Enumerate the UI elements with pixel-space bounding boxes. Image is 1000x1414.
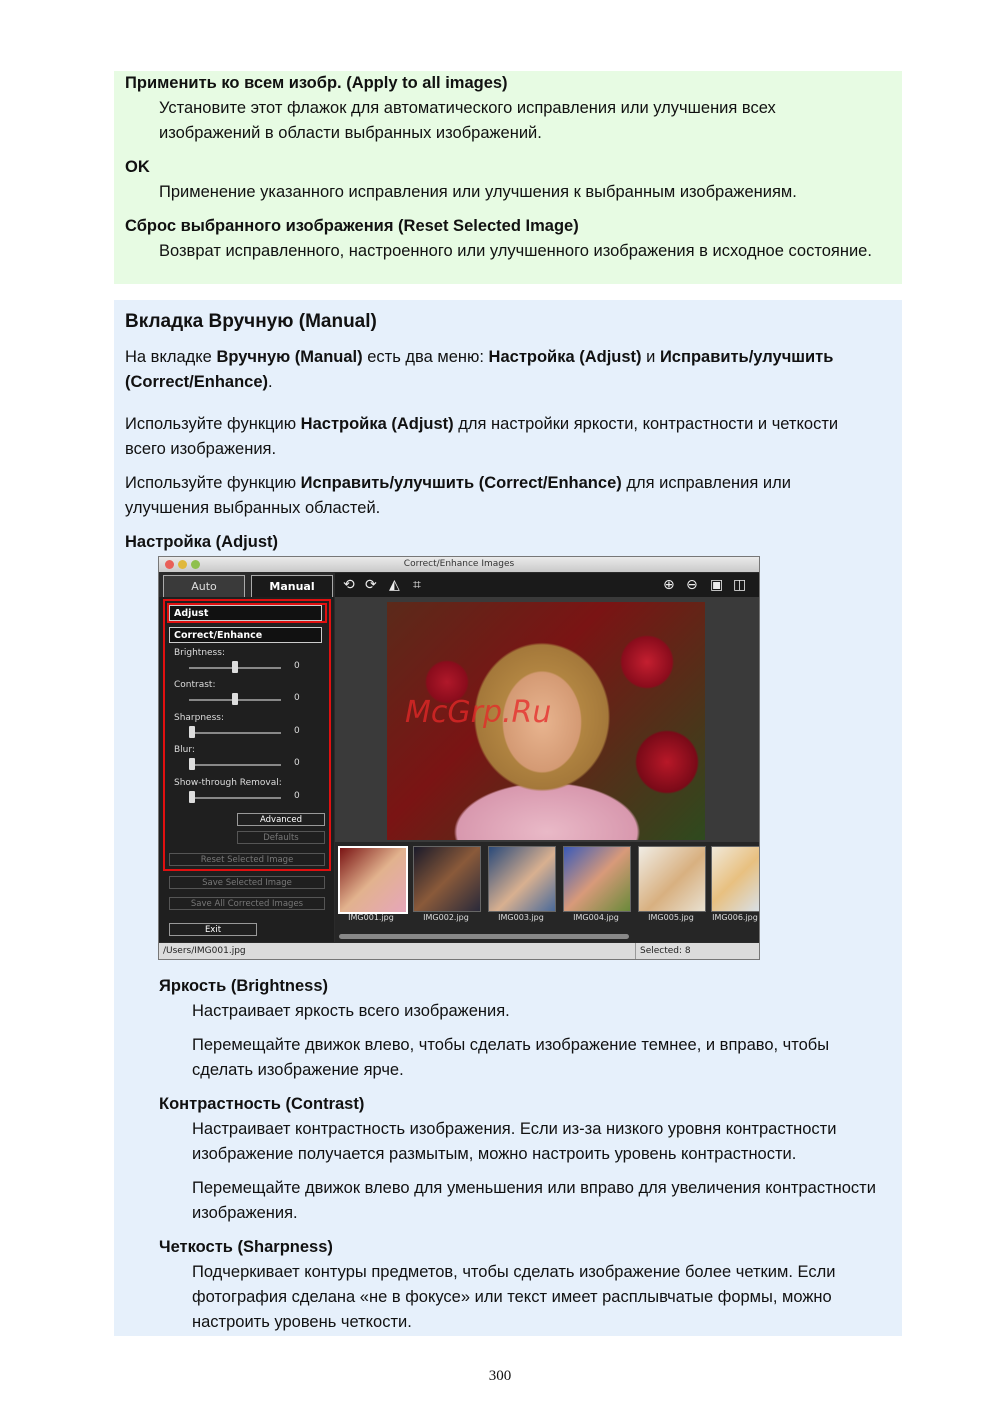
thumbnail-img002[interactable] xyxy=(413,846,481,912)
brightness-title: Яркость (Brightness) xyxy=(159,977,328,995)
contrast-desc-1: Настраивает контрастность изображения. Е… xyxy=(192,1120,837,1138)
brightness-desc-3: сделать изображение ярче. xyxy=(192,1061,404,1079)
crop-icon[interactable]: ⌗ xyxy=(413,576,421,594)
adjust-usage-line2: всего изображения. xyxy=(125,440,277,458)
thumbnail-img006[interactable] xyxy=(711,846,759,912)
window-titlebar: Correct/Enhance Images xyxy=(159,557,759,572)
zoom-in-icon[interactable]: ⊕ xyxy=(663,576,675,594)
zoom-out-icon[interactable]: ⊖ xyxy=(686,576,698,594)
contrast-title: Контрастность (Contrast) xyxy=(159,1095,365,1113)
rotate-left-icon[interactable]: ⟲ xyxy=(343,576,355,594)
thumbnail-label: IMG004.jpg xyxy=(573,913,619,922)
minimize-window-icon[interactable] xyxy=(178,560,187,569)
image-toolbar: ⟲ ⟳ ◭ ⌗ ⊕ ⊖ ▣ ◫ xyxy=(335,573,759,597)
rotate-right-icon[interactable]: ⟳ xyxy=(365,576,377,594)
intro-paragraph-line1: На вкладке Вручную (Manual) есть два мен… xyxy=(125,348,834,366)
compare-view-icon[interactable]: ◫ xyxy=(733,576,746,594)
apply-all-desc-1: Установите этот флажок для автоматическо… xyxy=(159,99,776,117)
sharpness-desc-3: настроить уровень четкости. xyxy=(192,1313,412,1331)
tab-manual[interactable]: Manual xyxy=(251,575,333,598)
adjust-highlight-frame xyxy=(167,603,327,623)
flip-icon[interactable]: ◭ xyxy=(389,576,400,594)
ok-title: OK xyxy=(125,158,150,176)
apply-all-desc-2: изображений в области выбранных изображе… xyxy=(159,124,542,142)
exit-button[interactable]: Exit xyxy=(169,923,257,936)
thumbnail-label: IMG005.jpg xyxy=(648,913,694,922)
contrast-desc-4: изображения. xyxy=(192,1204,298,1222)
reset-desc: Возврат исправленного, настроенного или … xyxy=(159,242,872,260)
save-all-corrected-button[interactable]: Save All Corrected Images xyxy=(169,897,325,910)
watermark-text: McGrp.Ru xyxy=(405,695,552,730)
zoom-window-icon[interactable] xyxy=(191,560,200,569)
thumbnail-strip: IMG001.jpg IMG002.jpg IMG003.jpg IMG004.… xyxy=(335,842,759,942)
correct-usage-line1: Используйте функцию Исправить/улучшить (… xyxy=(125,474,791,492)
sharpness-title: Четкость (Sharpness) xyxy=(159,1238,333,1256)
app-window-screenshot: Correct/Enhance Images Auto Manual Adjus… xyxy=(158,556,760,960)
thumbnail-img001[interactable] xyxy=(338,846,408,914)
status-file-path: /Users/IMG001.jpg xyxy=(163,946,246,956)
page-number: 300 xyxy=(488,1368,512,1384)
thumbnail-img004[interactable] xyxy=(563,846,631,912)
save-selected-image-button[interactable]: Save Selected Image xyxy=(169,876,325,889)
adjust-usage-line1: Используйте функцию Настройка (Adjust) д… xyxy=(125,415,839,433)
intro-paragraph-line2: (Correct/Enhance). xyxy=(125,373,273,391)
thumbnail-scrollbar[interactable] xyxy=(339,934,629,939)
contrast-desc-3: Перемещайте движок влево для уменьшения … xyxy=(192,1179,876,1197)
thumbnail-label: IMG002.jpg xyxy=(423,913,469,922)
manual-highlight-frame xyxy=(163,599,331,871)
thumbnail-img005[interactable] xyxy=(638,846,706,912)
image-preview-area: McGrp.Ru xyxy=(335,597,759,842)
apply-all-title: Применить ко всем изобр. (Apply to all i… xyxy=(125,74,508,92)
ok-desc: Применение указанного исправления или ул… xyxy=(159,183,797,201)
status-selected-count: Selected: 8 xyxy=(635,943,691,959)
brightness-desc-2: Перемещайте движок влево, чтобы сделать … xyxy=(192,1036,830,1054)
thumbnail-img003[interactable] xyxy=(488,846,556,912)
thumbnail-label: IMG003.jpg xyxy=(498,913,544,922)
status-bar: /Users/IMG001.jpg Selected: 8 xyxy=(159,943,759,959)
tab-auto[interactable]: Auto xyxy=(163,575,245,598)
thumbnail-label: IMG001.jpg xyxy=(348,913,394,922)
full-screen-icon[interactable]: ▣ xyxy=(710,576,723,594)
manual-tab-heading: Вкладка Вручную (Manual) xyxy=(125,311,377,332)
correct-usage-line2: улучшения выбранных областей. xyxy=(125,499,381,517)
sharpness-desc-1: Подчеркивает контуры предметов, чтобы сд… xyxy=(192,1263,836,1281)
close-window-icon[interactable] xyxy=(165,560,174,569)
thumbnail-label: IMG006.jpg xyxy=(712,913,758,922)
adjust-subheading: Настройка (Adjust) xyxy=(125,533,278,551)
reset-title: Сброс выбранного изображения (Reset Sele… xyxy=(125,217,579,235)
contrast-desc-2: изображение получается размытым, можно н… xyxy=(192,1145,797,1163)
sharpness-desc-2: фотография сделана «не в фокусе» или тек… xyxy=(192,1288,832,1306)
brightness-desc-1: Настраивает яркость всего изображения. xyxy=(192,1002,510,1020)
